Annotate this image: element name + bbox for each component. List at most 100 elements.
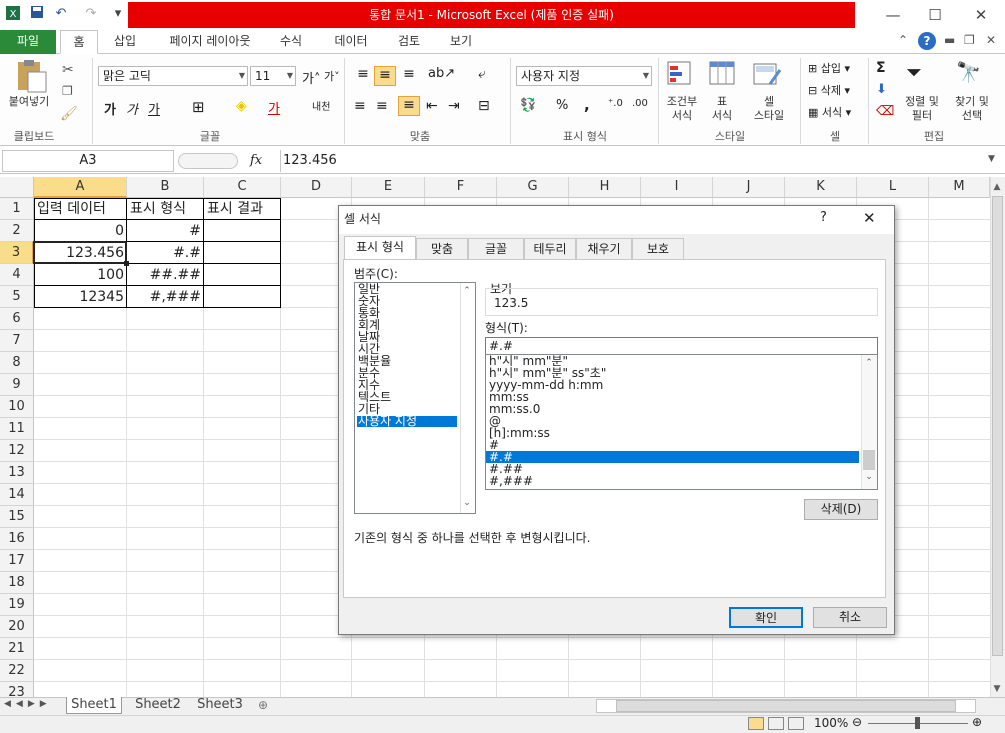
tab-review[interactable]: 검토 bbox=[390, 30, 428, 54]
undo-icon[interactable]: ↶ bbox=[52, 5, 70, 23]
page-layout-view-icon[interactable] bbox=[768, 717, 784, 730]
format-scroll-thumb[interactable] bbox=[863, 450, 875, 470]
column-header-d[interactable]: D bbox=[281, 177, 352, 198]
restore-button[interactable]: ☐ bbox=[920, 4, 950, 26]
sort-filter-icon[interactable]: ⏷ bbox=[906, 60, 922, 84]
normal-view-icon[interactable] bbox=[748, 717, 764, 730]
select-all-button[interactable] bbox=[0, 177, 34, 198]
close-button[interactable]: ✕ bbox=[966, 4, 996, 26]
workbook-close-icon[interactable]: ✕ bbox=[986, 33, 996, 47]
category-scrollbar[interactable] bbox=[460, 283, 475, 513]
format-scroll-up-icon[interactable]: ⌃ bbox=[862, 358, 876, 368]
sheet-tab-sheet1[interactable]: Sheet1 bbox=[66, 697, 122, 714]
row-header-12[interactable]: 12 bbox=[0, 440, 34, 462]
fill-color-icon[interactable]: ◈ bbox=[236, 98, 247, 114]
format-item[interactable]: mm:ss bbox=[489, 391, 859, 403]
row-header-11[interactable]: 11 bbox=[0, 418, 34, 440]
row-header-6[interactable]: 6 bbox=[0, 308, 34, 330]
tab-view[interactable]: 보기 bbox=[442, 30, 480, 54]
dialog-tab-border[interactable]: 테두리 bbox=[524, 238, 576, 259]
expand-formula-bar-icon[interactable]: ▼ bbox=[988, 154, 995, 164]
row-header-16[interactable]: 16 bbox=[0, 528, 34, 550]
column-header-k[interactable]: K bbox=[785, 177, 857, 198]
horizontal-scroll-thumb[interactable] bbox=[616, 700, 956, 712]
insert-cells-button[interactable]: ⊞ 삽입 ▾ bbox=[808, 60, 850, 76]
formula-bar-resize-handle[interactable] bbox=[178, 153, 238, 169]
column-header-b[interactable]: B bbox=[127, 177, 204, 198]
format-item[interactable]: [h]:mm:ss bbox=[489, 427, 859, 439]
row-header-8[interactable]: 8 bbox=[0, 352, 34, 374]
row-header-18[interactable]: 18 bbox=[0, 572, 34, 594]
row-header-14[interactable]: 14 bbox=[0, 484, 34, 506]
row-header-10[interactable]: 10 bbox=[0, 396, 34, 418]
row-header-5[interactable]: 5 bbox=[0, 286, 34, 308]
zoom-out-icon[interactable]: ⊖ bbox=[852, 715, 862, 729]
format-item[interactable]: #,### bbox=[489, 475, 859, 487]
column-header-l[interactable]: L bbox=[857, 177, 929, 198]
merge-center-icon[interactable]: ⊟ bbox=[478, 98, 490, 114]
align-left-icon[interactable]: ≡ bbox=[354, 98, 366, 114]
page-break-view-icon[interactable] bbox=[788, 717, 804, 730]
cell-styles-button[interactable]: 셀 스타일 bbox=[744, 95, 794, 123]
sort-filter-button[interactable]: 정렬 및 필터 bbox=[902, 95, 942, 123]
tab-page-layout[interactable]: 페이지 레이아웃 bbox=[158, 30, 262, 54]
dialog-tab-fill[interactable]: 채우기 bbox=[576, 238, 632, 259]
currency-icon[interactable]: 💱 bbox=[520, 98, 536, 113]
increase-decimal-icon[interactable]: ⁺.0 bbox=[608, 98, 623, 109]
row-header-21[interactable]: 21 bbox=[0, 638, 34, 660]
new-sheet-icon[interactable]: ⊕ bbox=[258, 698, 268, 712]
dialog-tab-font[interactable]: 글꼴 bbox=[468, 238, 524, 259]
scroll-down-icon[interactable]: ▼ bbox=[990, 684, 1004, 694]
format-as-table-icon[interactable] bbox=[708, 60, 738, 90]
cancel-button[interactable]: 취소 bbox=[813, 607, 887, 628]
conditional-format-icon[interactable] bbox=[666, 60, 696, 90]
minimize-button[interactable]: — bbox=[878, 4, 908, 26]
underline-button[interactable]: 가 bbox=[148, 99, 160, 118]
align-bottom-icon[interactable]: ≡ bbox=[400, 66, 418, 84]
conditional-format-button[interactable]: 조건부 서식 bbox=[660, 95, 704, 123]
dialog-close-button[interactable]: ✕ bbox=[863, 209, 876, 227]
row-header-4[interactable]: 4 bbox=[0, 264, 34, 286]
category-scroll-down-icon[interactable]: ⌄ bbox=[460, 498, 474, 508]
font-size-combo[interactable]: 11 ▼ bbox=[250, 66, 296, 86]
cut-icon[interactable]: ✂ bbox=[62, 62, 74, 78]
clear-icon[interactable]: ⌫ bbox=[876, 104, 894, 119]
column-header-e[interactable]: E bbox=[352, 177, 425, 198]
align-top-icon[interactable]: ≡ bbox=[354, 66, 372, 84]
format-type-input[interactable]: #.# bbox=[485, 337, 878, 355]
format-item[interactable]: mm:ss.0 bbox=[489, 403, 859, 415]
workbook-minimize-icon[interactable]: ▬ bbox=[944, 33, 955, 47]
format-item[interactable]: # bbox=[489, 439, 859, 451]
format-item[interactable]: #.# bbox=[486, 451, 859, 463]
decrease-indent-icon[interactable]: ⇤ bbox=[426, 98, 438, 114]
dialog-help-button[interactable]: ? bbox=[820, 210, 827, 225]
dialog-tab-number[interactable]: 표시 형식 bbox=[344, 236, 416, 260]
tab-file[interactable]: 파일 bbox=[0, 30, 56, 54]
column-header-m[interactable]: M bbox=[929, 177, 990, 198]
tab-home[interactable]: 홈 bbox=[60, 30, 98, 54]
percent-button[interactable]: % bbox=[556, 98, 568, 113]
format-scroll-down-icon[interactable]: ⌄ bbox=[862, 472, 876, 482]
row-header-19[interactable]: 19 bbox=[0, 594, 34, 616]
bold-button[interactable]: 가 bbox=[104, 99, 116, 118]
copy-icon[interactable]: ❐ bbox=[62, 84, 73, 98]
category-scroll-up-icon[interactable]: ⌃ bbox=[460, 286, 474, 296]
font-color-icon[interactable]: 가 bbox=[268, 98, 280, 117]
paste-button[interactable]: 붙여넣기 bbox=[4, 95, 54, 109]
workbook-restore-icon[interactable]: ❐ bbox=[964, 33, 975, 47]
orientation-icon[interactable]: ab↗ bbox=[428, 66, 455, 81]
shrink-font-icon[interactable]: 가˅ bbox=[324, 68, 340, 84]
zoom-in-icon[interactable]: ⊕ bbox=[972, 715, 982, 729]
row-header-2[interactable]: 2 bbox=[0, 220, 34, 242]
number-format-combo[interactable]: 사용자 지정 ▼ bbox=[516, 66, 652, 86]
cell-styles-icon[interactable] bbox=[752, 60, 782, 90]
row-header-1[interactable]: 1 bbox=[0, 198, 34, 220]
format-as-table-button[interactable]: 표 서식 bbox=[702, 95, 742, 123]
font-name-combo[interactable]: 맑은 고딕 ▼ bbox=[98, 66, 248, 86]
vertical-scroll-thumb[interactable] bbox=[992, 196, 1003, 656]
delete-format-button[interactable]: 삭제(D) bbox=[804, 499, 878, 520]
row-header-13[interactable]: 13 bbox=[0, 462, 34, 484]
format-painter-icon[interactable]: 🖌 bbox=[60, 106, 78, 122]
find-select-button[interactable]: 찾기 및 선택 bbox=[946, 95, 998, 123]
zoom-level[interactable]: 100% bbox=[814, 716, 848, 730]
